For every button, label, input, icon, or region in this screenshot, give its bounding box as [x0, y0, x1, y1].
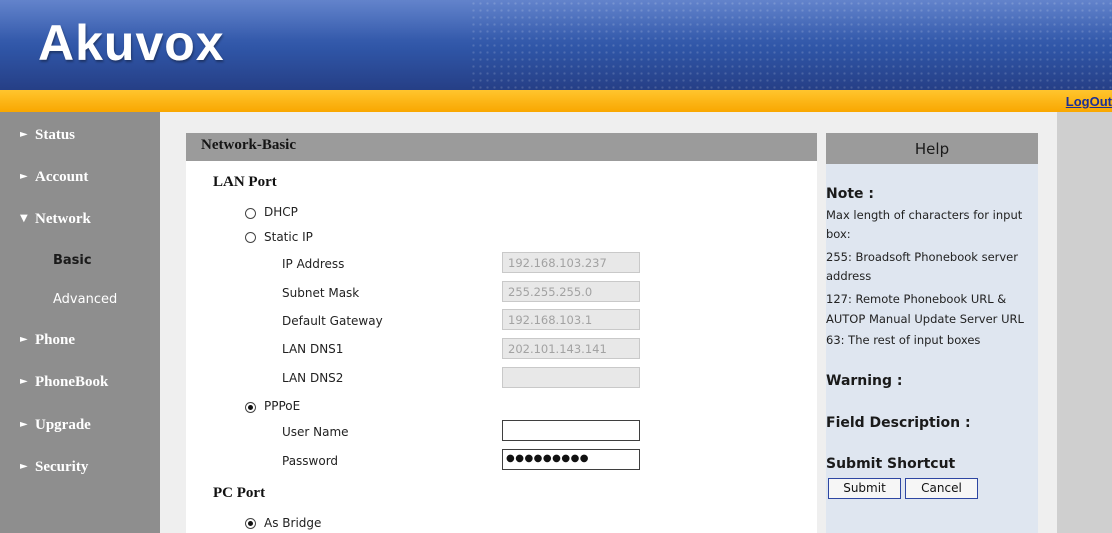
note-line: 255: Broadsoft Phonebook server: [826, 250, 1018, 264]
sidebar-subitem-label: Advanced: [53, 292, 118, 307]
akuvox-logo: Akuvox: [38, 15, 225, 71]
sidebar-item-security[interactable]: ► Security: [0, 456, 160, 484]
network-basic-panel: [186, 133, 817, 533]
static-ip-radio[interactable]: [245, 232, 256, 243]
dhcp-radio[interactable]: [245, 208, 256, 219]
user-name-label: User Name: [282, 425, 349, 439]
note-line: 127: Remote Phonebook URL &: [826, 292, 1007, 306]
as-bridge-radio[interactable]: [245, 518, 256, 529]
user-name-field[interactable]: [502, 420, 640, 441]
static-ip-label: Static IP: [264, 230, 313, 244]
field-description-heading: Field Description :: [826, 415, 971, 431]
help-header: Help: [826, 133, 1038, 164]
pppoe-label: PPPoE: [264, 399, 301, 413]
sidebar-item-upgrade[interactable]: ► Upgrade: [0, 414, 160, 442]
sidebar-item-label: Phone: [35, 332, 76, 348]
triangle-right-icon: ►: [20, 461, 28, 472]
triangle-right-icon: ►: [20, 376, 28, 387]
lan-port-heading: LAN Port: [213, 174, 277, 190]
ip-address-field[interactable]: [502, 252, 640, 273]
submit-shortcut-heading: Submit Shortcut: [826, 456, 956, 472]
app-header: Akuvox: [0, 0, 1112, 90]
as-bridge-label: As Bridge: [264, 516, 322, 530]
sidebar-subitem-advanced[interactable]: Advanced: [0, 288, 160, 314]
default-gateway-field[interactable]: [502, 309, 640, 330]
subnet-mask-label: Subnet Mask: [282, 286, 360, 300]
page-title: Network-Basic: [201, 137, 296, 153]
subnet-mask-field[interactable]: [502, 281, 640, 302]
panel-header: Network-Basic: [186, 133, 817, 161]
header-dot-pattern: [470, 0, 1112, 90]
lan-dns1-label: LAN DNS1: [282, 342, 344, 356]
password-field[interactable]: [502, 449, 640, 470]
scrollbar-track[interactable]: [1057, 112, 1112, 533]
note-line: box:: [826, 227, 851, 241]
triangle-right-icon: ►: [20, 171, 28, 182]
pppoe-radio[interactable]: [245, 402, 256, 413]
lan-dns1-field[interactable]: [502, 338, 640, 359]
orange-bar: [0, 90, 1112, 112]
ip-address-label: IP Address: [282, 257, 345, 271]
sidebar-item-phonebook[interactable]: ► PhoneBook: [0, 371, 160, 399]
sidebar-item-label: Account: [35, 169, 89, 185]
sidebar-item-label: Network: [35, 211, 91, 227]
cancel-button[interactable]: Cancel: [905, 478, 978, 499]
sidebar-item-account[interactable]: ► Account: [0, 166, 160, 194]
sidebar-subitem-basic[interactable]: Basic: [0, 249, 160, 275]
note-line: address: [826, 269, 872, 283]
sidebar-item-network[interactable]: ▼ Network: [0, 208, 160, 236]
warning-heading: Warning :: [826, 373, 903, 389]
triangle-right-icon: ►: [20, 334, 28, 345]
logout-link[interactable]: LogOut: [1066, 94, 1112, 109]
sidebar-item-label: Upgrade: [35, 417, 91, 433]
triangle-right-icon: ►: [20, 129, 28, 140]
sidebar-item-label: Security: [35, 459, 89, 475]
note-heading: Note :: [826, 186, 874, 202]
help-title: Help: [914, 140, 950, 158]
sidebar-item-label: PhoneBook: [35, 374, 109, 390]
triangle-down-icon: ▼: [20, 213, 28, 224]
note-line: AUTOP Manual Update Server URL: [826, 312, 1024, 326]
pc-port-heading: PC Port: [213, 485, 266, 501]
sidebar-item-label: Status: [35, 127, 76, 143]
dhcp-label: DHCP: [264, 205, 298, 219]
lan-dns2-label: LAN DNS2: [282, 371, 344, 385]
note-line: Max length of characters for input: [826, 208, 1023, 222]
note-line: 63: The rest of input boxes: [826, 333, 981, 347]
submit-button[interactable]: Submit: [828, 478, 901, 499]
default-gateway-label: Default Gateway: [282, 314, 383, 328]
sidebar-item-status[interactable]: ► Status: [0, 124, 160, 152]
sidebar-subitem-label: Basic: [53, 253, 92, 268]
lan-dns2-field[interactable]: [502, 367, 640, 388]
sidebar-item-phone[interactable]: ► Phone: [0, 329, 160, 357]
password-label: Password: [282, 454, 339, 468]
triangle-right-icon: ►: [20, 419, 28, 430]
